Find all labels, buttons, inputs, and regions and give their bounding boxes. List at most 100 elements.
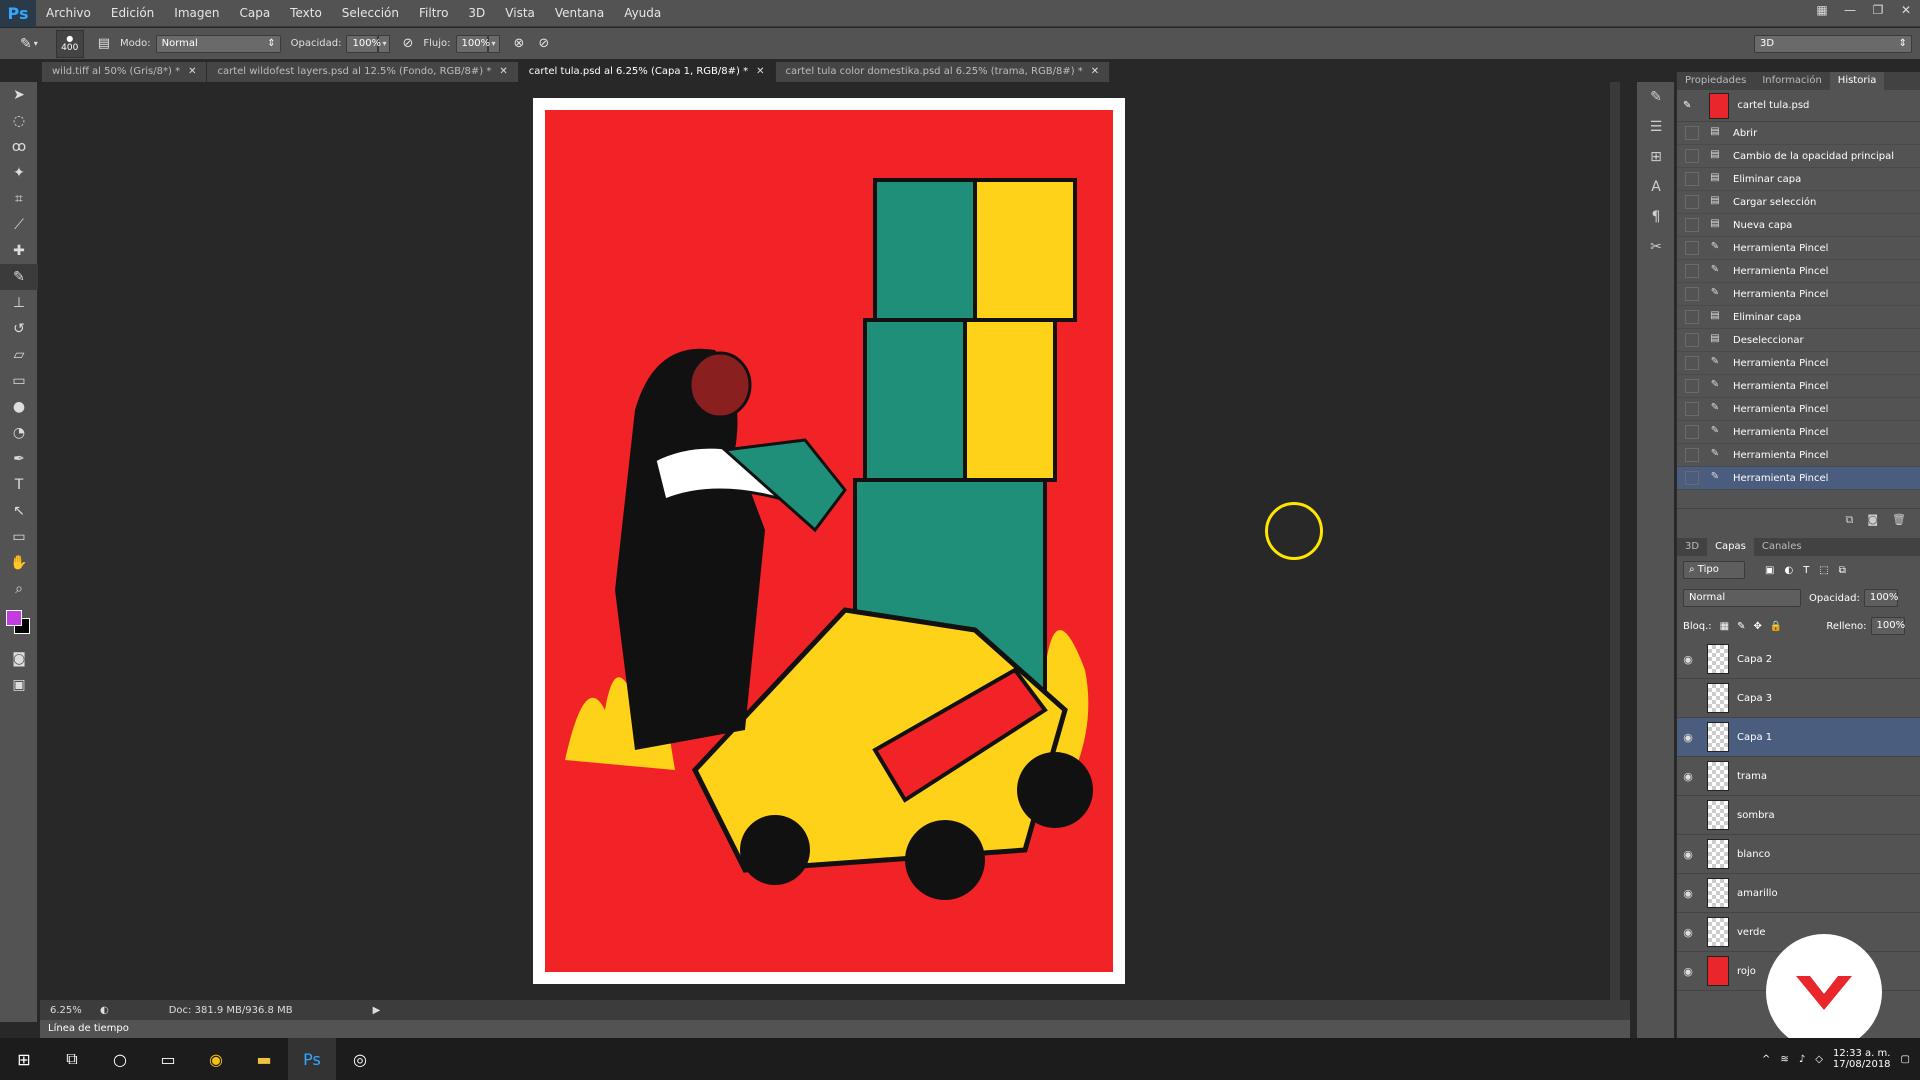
crop-tool-icon[interactable]: ⌗ xyxy=(0,186,38,212)
trash-icon[interactable]: 🗑 xyxy=(1892,513,1906,526)
history-item[interactable]: ▤ Deseleccionar xyxy=(1677,329,1920,352)
tab-cartel-tula[interactable]: cartel tula.psd al 6.25% (Capa 1, RGB/8#… xyxy=(518,62,776,82)
menu-ventana[interactable]: Ventana xyxy=(545,0,614,27)
screen-mode-icon[interactable]: ▣ xyxy=(0,672,38,698)
dodge-icon[interactable]: ◔ xyxy=(0,420,38,446)
history-item[interactable]: ✎ Herramienta Pincel xyxy=(1677,260,1920,283)
close-icon[interactable]: ✕ xyxy=(1892,0,1920,20)
restore-icon[interactable]: ❐ xyxy=(1864,0,1892,20)
tab-wild-tiff[interactable]: wild.tiff al 50% (Gris/8*) * ✕ xyxy=(42,62,208,82)
history-checkbox[interactable] xyxy=(1685,287,1699,301)
layer-row[interactable]: ◉ amarillo xyxy=(1677,874,1920,913)
layer-opacity-input[interactable]: 100% xyxy=(1863,589,1898,607)
move-tool-icon[interactable]: ➤ xyxy=(0,82,38,108)
camera-icon[interactable]: ◙ xyxy=(1867,513,1878,526)
tool-presets-icon[interactable]: ✂ xyxy=(1637,232,1675,262)
history-item[interactable]: ✎ Herramienta Pincel xyxy=(1677,352,1920,375)
eye-icon[interactable]: ◉ xyxy=(1677,653,1699,666)
history-checkbox[interactable] xyxy=(1685,379,1699,393)
history-item[interactable]: ▤ Eliminar capa xyxy=(1677,306,1920,329)
workspace-icon[interactable]: ▦ xyxy=(1808,0,1836,20)
paragraph-icon[interactable]: ¶ xyxy=(1637,202,1675,232)
tab-propiedades[interactable]: Propiedades xyxy=(1677,72,1754,90)
history-checkbox[interactable] xyxy=(1685,402,1699,416)
windows-start-icon[interactable]: ⊞ xyxy=(0,1038,48,1080)
chrome-icon[interactable]: ◉ xyxy=(192,1038,240,1080)
text-tool-icon[interactable]: T xyxy=(0,472,38,498)
close-icon[interactable]: ✕ xyxy=(188,66,196,77)
timeline-panel[interactable]: Línea de tiempo xyxy=(40,1020,1630,1038)
eye-icon[interactable]: ◉ xyxy=(1677,926,1699,939)
fill-input[interactable]: 100% xyxy=(1870,617,1905,635)
lasso-tool-icon[interactable]: ꝏ xyxy=(0,134,38,160)
layer-filter-select[interactable]: ⌕ Tipo xyxy=(1683,561,1745,579)
blur-icon[interactable]: ● xyxy=(0,394,38,420)
layer-row[interactable]: ◉ Capa 2 xyxy=(1677,640,1920,679)
lock-pixels-icon[interactable]: ✎ xyxy=(1737,621,1745,632)
history-item[interactable]: ▤ Abrir xyxy=(1677,122,1920,145)
brush-settings-icon[interactable]: ☰ xyxy=(1637,112,1675,142)
gradient-icon[interactable]: ▭ xyxy=(0,368,38,394)
tab-canales[interactable]: Canales xyxy=(1754,538,1810,556)
history-checkbox[interactable] xyxy=(1685,195,1699,209)
history-checkbox[interactable] xyxy=(1685,425,1699,439)
history-item[interactable]: ✎ Herramienta Pincel xyxy=(1677,467,1920,490)
brush-tool-icon[interactable]: ✎ xyxy=(0,264,38,290)
history-checkbox[interactable] xyxy=(1685,448,1699,462)
menu-ayuda[interactable]: Ayuda xyxy=(614,0,671,27)
eyedropper-icon[interactable]: ⟋ xyxy=(0,212,38,238)
cortana-icon[interactable]: ○ xyxy=(96,1038,144,1080)
tray-chevron-icon[interactable]: ^ xyxy=(1762,1054,1770,1065)
eye-icon[interactable]: ◉ xyxy=(1677,731,1699,744)
history-item[interactable]: ✎ Herramienta Pincel xyxy=(1677,375,1920,398)
marquee-tool-icon[interactable]: ◌ xyxy=(0,108,38,134)
eye-icon[interactable]: ◉ xyxy=(1677,848,1699,861)
dropbox-icon[interactable]: ◇ xyxy=(1815,1054,1823,1065)
layer-row[interactable]: Capa 3 xyxy=(1677,679,1920,718)
color-swatches[interactable] xyxy=(0,602,37,646)
close-icon[interactable]: ✕ xyxy=(1091,66,1099,77)
brush-presets-icon[interactable]: ✎ xyxy=(1637,82,1675,112)
document-canvas[interactable] xyxy=(533,98,1125,984)
history-item[interactable]: ▤ Cargar selección xyxy=(1677,191,1920,214)
pressure-opacity-icon[interactable]: ⊘ xyxy=(402,36,413,51)
path-select-icon[interactable]: ↖ xyxy=(0,498,38,524)
brush-size-picker[interactable]: ● 400 xyxy=(55,29,84,58)
filter-adjust-icon[interactable]: ◐ xyxy=(1784,565,1793,576)
filter-text-icon[interactable]: T xyxy=(1803,565,1809,576)
history-item[interactable]: ✎ Herramienta Pincel xyxy=(1677,237,1920,260)
layer-row[interactable]: ◉ trama xyxy=(1677,757,1920,796)
clone-source-icon[interactable]: ⊞ xyxy=(1637,142,1675,172)
airbrush-icon[interactable]: ⊗ xyxy=(514,36,525,51)
folder-icon[interactable]: ▬ xyxy=(240,1038,288,1080)
pressure-size-icon[interactable]: ⊘ xyxy=(538,36,549,51)
menu-imagen[interactable]: Imagen xyxy=(164,0,229,27)
history-item[interactable]: ✎ Herramienta Pincel xyxy=(1677,283,1920,306)
menu-capa[interactable]: Capa xyxy=(229,0,280,27)
history-brush-icon[interactable]: ↺ xyxy=(0,316,38,342)
chevron-down-icon[interactable]: ▾ xyxy=(34,39,38,48)
history-checkbox[interactable] xyxy=(1685,126,1699,140)
pen-tool-icon[interactable]: ✒ xyxy=(0,446,38,472)
photoshop-taskbar-icon[interactable]: Ps xyxy=(288,1038,336,1080)
history-checkbox[interactable] xyxy=(1685,264,1699,278)
menu-archivo[interactable]: Archivo xyxy=(36,0,101,27)
zoom-level[interactable]: 6.25% xyxy=(50,1005,90,1016)
task-view-icon[interactable]: ⧉ xyxy=(48,1038,96,1080)
character-icon[interactable]: A xyxy=(1637,172,1675,202)
scrollbar-vertical[interactable] xyxy=(1610,82,1620,1000)
eye-icon[interactable]: ◉ xyxy=(1677,770,1699,783)
history-checkbox[interactable] xyxy=(1685,218,1699,232)
menu-vista[interactable]: Vista xyxy=(495,0,545,27)
tab-cartel-tula-color[interactable]: cartel tula color domestika.psd al 6.25%… xyxy=(775,62,1111,82)
lock-all-icon[interactable]: 🔒 xyxy=(1770,621,1782,632)
recorder-icon[interactable]: ◎ xyxy=(336,1038,384,1080)
history-item[interactable]: ▤ Cambio de la opacidad principal xyxy=(1677,145,1920,168)
history-checkbox[interactable] xyxy=(1685,333,1699,347)
new-document-icon[interactable]: ⧉ xyxy=(1845,513,1853,527)
filter-shape-icon[interactable]: ⬚ xyxy=(1819,565,1828,576)
history-checkbox[interactable] xyxy=(1685,310,1699,324)
history-item[interactable]: ▤ Nueva capa xyxy=(1677,214,1920,237)
menu-filtro[interactable]: Filtro xyxy=(409,0,458,27)
menu-edicion[interactable]: Edición xyxy=(101,0,164,27)
